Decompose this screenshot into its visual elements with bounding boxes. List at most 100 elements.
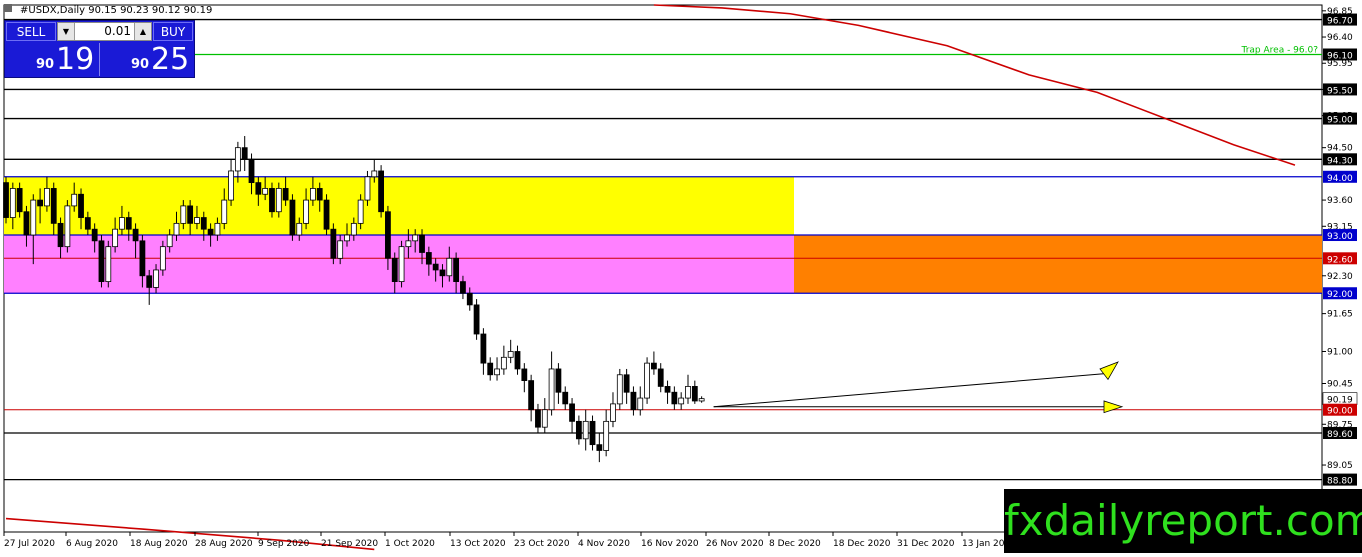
buy-price-prefix: 90 [131, 57, 150, 72]
candle-bull [344, 234, 350, 242]
price-tick-label: 96.40 [1327, 33, 1353, 43]
candle-bull [194, 217, 200, 224]
lot-decrease-icon[interactable]: ▼ [58, 23, 75, 40]
candle [398, 240, 405, 288]
candle-bull [398, 246, 405, 283]
candle [548, 351, 555, 416]
level-label: 89.60 [1327, 430, 1353, 440]
candle [535, 403, 541, 434]
candle-bull [159, 246, 166, 271]
candle-bull [494, 368, 500, 376]
candle-bull [582, 420, 589, 440]
candle [698, 396, 705, 403]
candle-bear [657, 368, 664, 387]
candle-bull [678, 397, 685, 405]
candle-bear [555, 368, 562, 393]
candle-bull [303, 199, 309, 224]
candle-bull [446, 257, 453, 277]
level-label: 95.50 [1327, 86, 1353, 96]
chart-title: #USDX,Daily 90.15 90.23 90.12 90.19 [20, 5, 212, 16]
price-tick-label: 91.00 [1327, 347, 1353, 357]
candle-bear [248, 158, 255, 184]
candle-bull [112, 228, 119, 248]
candle-bull [71, 193, 78, 207]
candle-bear [575, 420, 582, 440]
buy-price-digits: 25 [151, 42, 190, 77]
candle [241, 136, 248, 171]
candle-bear [330, 228, 337, 259]
buy-price[interactable]: 90 25 [101, 43, 193, 76]
candle-bull [350, 222, 357, 236]
date-label: 28 Aug 2020 [195, 539, 253, 549]
sell-price-prefix: 90 [36, 57, 55, 72]
candle-bear [419, 234, 425, 253]
sell-button[interactable]: SELL [6, 22, 56, 41]
candle-bear [241, 147, 248, 160]
candle-bear [187, 205, 194, 224]
candle [596, 433, 603, 463]
candle-bull [610, 403, 616, 422]
lot-increase-icon[interactable]: ▲ [134, 23, 151, 40]
candle [105, 240, 112, 288]
candle-bear [460, 281, 466, 294]
candle-bull [173, 222, 180, 236]
price-tick-label: 94.50 [1327, 144, 1353, 154]
candle-bear [146, 275, 153, 288]
candle [589, 415, 596, 451]
candle-bull [105, 246, 112, 283]
level-label: 96.10 [1327, 51, 1353, 61]
candle [623, 368, 630, 404]
candle [664, 380, 671, 404]
date-label: 16 Nov 2020 [641, 539, 699, 549]
moving-average-lower [5, 517, 375, 551]
date-label: 1 Oct 2020 [385, 539, 435, 549]
candle [514, 345, 521, 375]
chart-window: Trap Area - 96.0?Low - 88.25 96.8596.409… [0, 0, 1362, 553]
sell-price[interactable]: 90 19 [6, 43, 100, 76]
date-label: 6 Aug 2020 [66, 539, 118, 549]
date-label: 21 Sep 2020 [321, 539, 378, 549]
level-label: 88.80 [1327, 477, 1353, 487]
price-tick-label: 93.60 [1327, 196, 1353, 206]
candle-bull [507, 351, 514, 358]
candle-bull [412, 234, 419, 242]
candle-bear [651, 362, 657, 370]
price-chart[interactable]: Trap Area - 96.0?Low - 88.25 96.8596.409… [0, 0, 1362, 553]
candle-bull [698, 398, 705, 402]
price-tick-label: 90.45 [1327, 380, 1353, 390]
candle-bear [50, 188, 57, 224]
price-tick-label: 89.05 [1327, 461, 1353, 471]
candle [630, 386, 637, 416]
date-label: 18 Aug 2020 [130, 539, 188, 549]
candle-bear [473, 304, 480, 335]
candle-bull [548, 368, 555, 411]
date-label: 31 Dec 2020 [897, 539, 955, 549]
candle [323, 194, 330, 236]
candle-bull [221, 199, 228, 224]
lot-size-input[interactable]: ▼ 0.01 ▲ [57, 22, 152, 41]
candle-bear [37, 199, 43, 207]
candle-bull [541, 409, 548, 428]
candle [330, 223, 337, 265]
candle-bear [521, 368, 528, 381]
level-annotation: Trap Area - 96.0? [1241, 45, 1319, 55]
candle-bear [630, 391, 637, 411]
candle-bull [275, 188, 282, 213]
sell-price-digits: 19 [56, 42, 95, 77]
date-label: 13 Oct 2020 [450, 539, 506, 549]
candle [487, 357, 494, 381]
candle [582, 409, 589, 451]
buy-button[interactable]: BUY [153, 22, 193, 41]
date-label: 23 Oct 2020 [514, 539, 570, 549]
candle [651, 351, 657, 375]
candle-bear [84, 217, 91, 230]
candle [610, 392, 616, 428]
candle-bull [603, 420, 610, 451]
arrow-right-icon [1103, 400, 1124, 414]
candle-bear [3, 182, 9, 218]
date-label: 4 Nov 2020 [578, 539, 630, 549]
price-tick-label: 92.30 [1327, 272, 1353, 282]
date-label: 13 Jan 202 [962, 539, 1010, 549]
candle-bear [323, 199, 330, 230]
lot-value[interactable]: 0.01 [76, 23, 131, 40]
